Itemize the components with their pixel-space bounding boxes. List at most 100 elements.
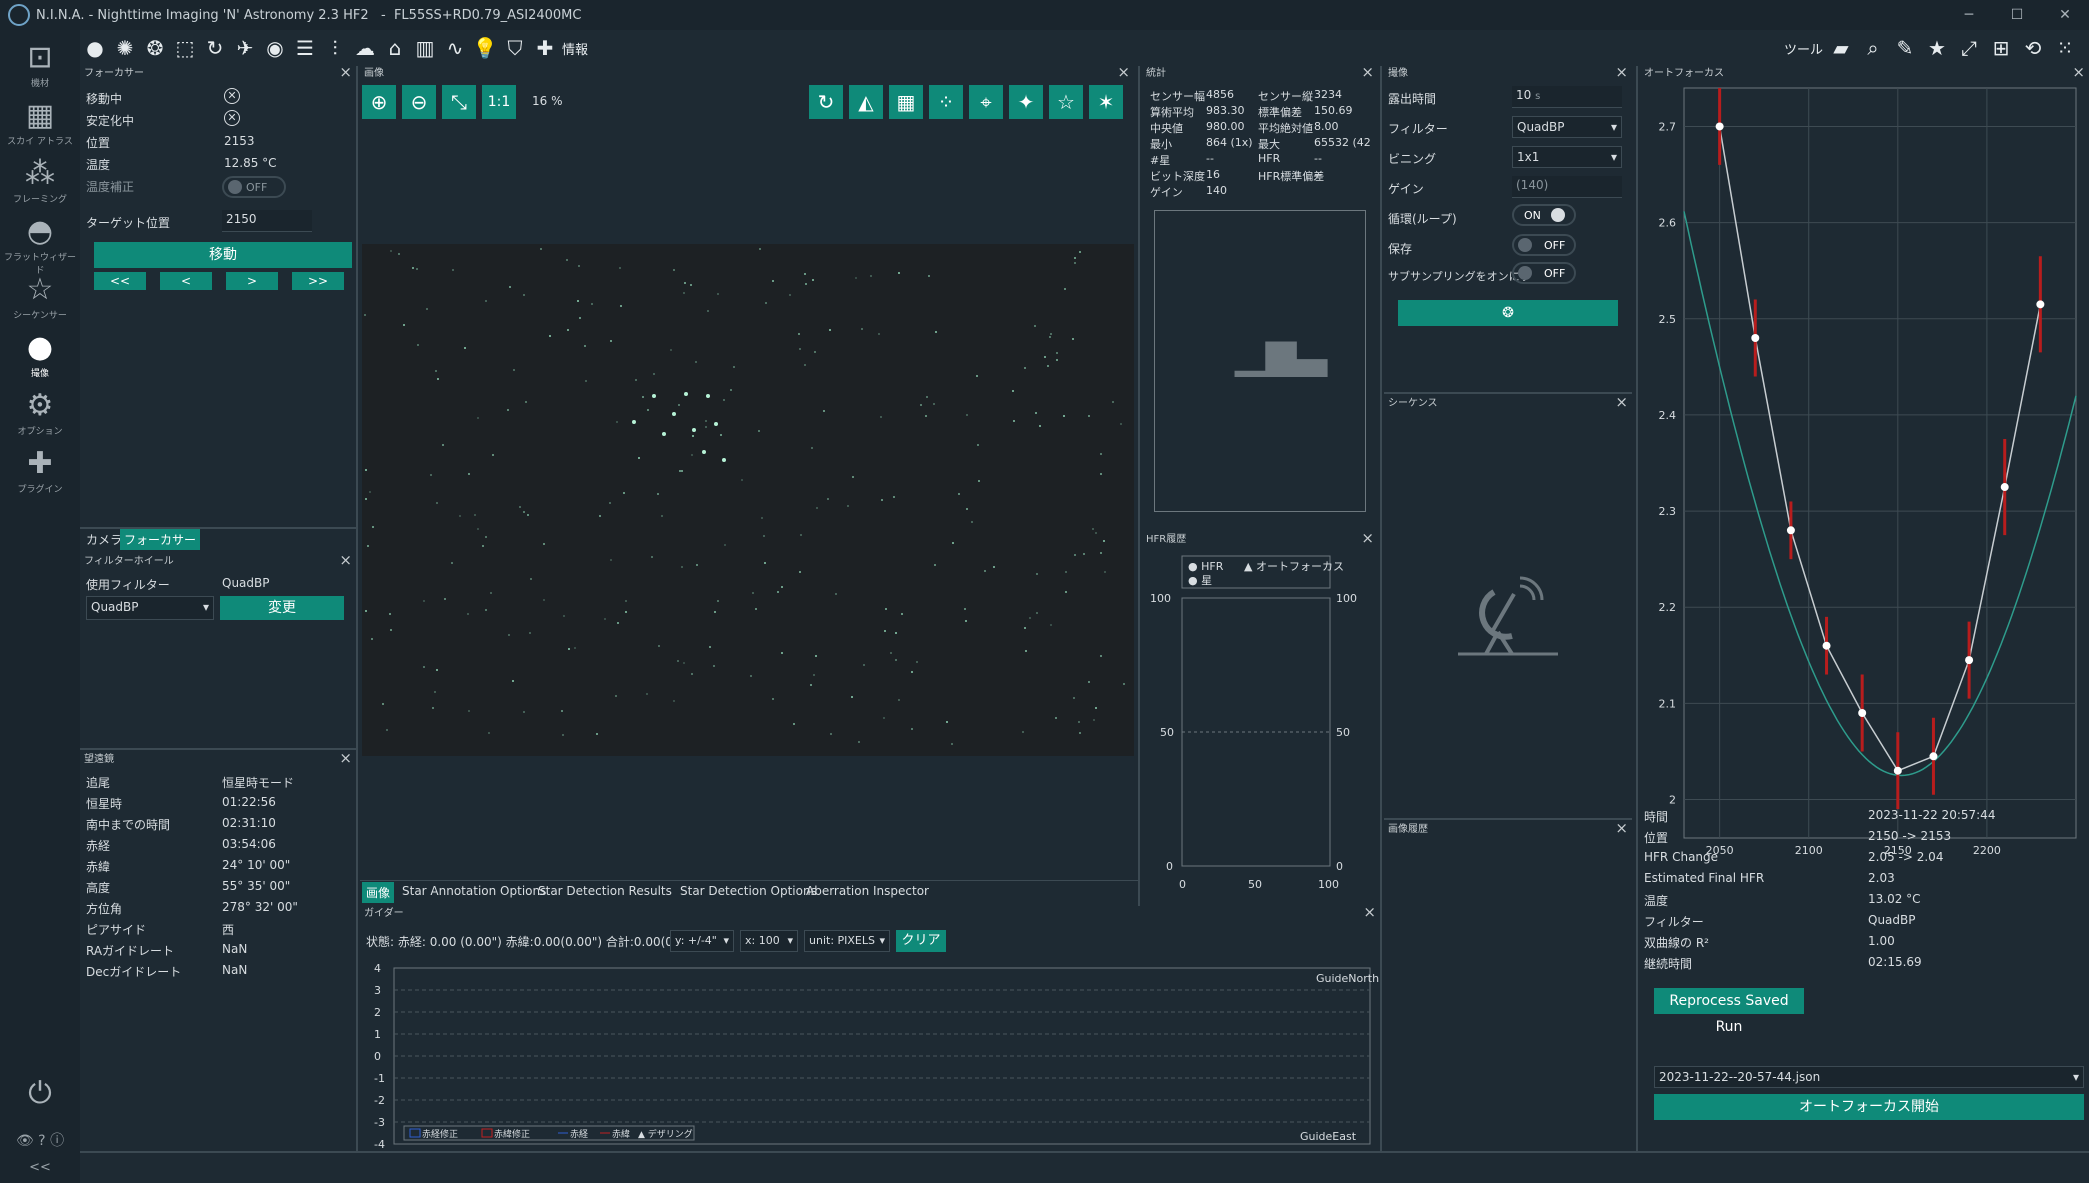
move-left-large-button[interactable]: << bbox=[94, 272, 146, 290]
puzzle-icon[interactable]: ✚ bbox=[530, 33, 560, 63]
dome-icon[interactable]: ⌂ bbox=[380, 33, 410, 63]
magic-wand-icon[interactable]: ✦ bbox=[1009, 85, 1043, 119]
layout-icon[interactable]: ⁙ bbox=[2051, 33, 2079, 63]
capture-button[interactable]: ❂ bbox=[1398, 300, 1618, 326]
filter-select[interactable]: QuadBP bbox=[86, 596, 214, 620]
start-autofocus-button[interactable]: オートフォーカス開始 bbox=[1654, 1094, 2084, 1120]
framing-icon[interactable]: ⬚ bbox=[170, 33, 200, 63]
focuser-icon[interactable]: ❂ bbox=[140, 33, 170, 63]
gain-input[interactable]: (140) bbox=[1512, 176, 1622, 198]
info-icon[interactable]: ⓘ bbox=[50, 1133, 64, 1149]
star-point bbox=[615, 694, 618, 697]
subsample-toggle[interactable]: OFF bbox=[1512, 262, 1576, 284]
zoom-out-button[interactable]: ⊖ bbox=[402, 85, 436, 119]
star-point bbox=[543, 598, 546, 601]
tools-label[interactable]: ツール bbox=[1784, 39, 1823, 58]
bahtinov-icon[interactable]: ✶ bbox=[1089, 85, 1123, 119]
star-detect-icon[interactable]: ⁘ bbox=[929, 85, 963, 119]
fit-to-screen-button[interactable]: ⤡ bbox=[442, 85, 476, 119]
reprocess-saved-run-button[interactable]: Reprocess Saved Run bbox=[1654, 988, 1804, 1035]
close-window-button[interactable]: ✕ bbox=[2041, 0, 2089, 30]
power-button[interactable]: ⏻ bbox=[0, 1076, 80, 1112]
tab-image-4[interactable]: Aberration Inspector bbox=[802, 882, 933, 900]
minimize-button[interactable]: ─ bbox=[1945, 0, 1993, 30]
help-icons[interactable]: 👁 ? ⓘ bbox=[0, 1130, 80, 1150]
weather-icon[interactable]: ☁ bbox=[350, 33, 380, 63]
guider-icon[interactable]: ∿ bbox=[440, 33, 470, 63]
grid-icon[interactable]: ⊞ bbox=[1987, 33, 2015, 63]
bulb-icon[interactable]: 💡 bbox=[470, 33, 500, 63]
close-icon[interactable]: × bbox=[339, 552, 352, 568]
safety-icon[interactable]: ⛉ bbox=[500, 33, 530, 63]
move-right-button[interactable]: > bbox=[226, 272, 278, 290]
sidebar-item-sky-atlas[interactable]: ▦ スカイ アトラス bbox=[0, 98, 80, 147]
tab-image-2[interactable]: Star Detection Results bbox=[534, 882, 676, 900]
flip-icon[interactable]: ◭ bbox=[849, 85, 883, 119]
expand-icon[interactable]: ⤢ bbox=[1955, 33, 1983, 63]
switch-icon[interactable]: ⫶ bbox=[320, 33, 350, 63]
maximize-button[interactable]: ☐ bbox=[1993, 0, 2041, 30]
zoom-one-button[interactable]: 1:1 bbox=[482, 85, 516, 119]
history-icon[interactable]: ⟲ bbox=[2019, 33, 2047, 63]
tab-image-3[interactable]: Star Detection Options bbox=[676, 882, 821, 900]
save-toggle[interactable]: OFF bbox=[1512, 234, 1576, 256]
tab-focuser[interactable]: フォーカサー bbox=[120, 529, 201, 550]
tab-image-0[interactable]: 画像 bbox=[362, 882, 395, 903]
star-icon[interactable]: ★ bbox=[1923, 33, 1951, 63]
close-icon[interactable]: × bbox=[2072, 64, 2085, 80]
y-scale-select[interactable]: y: +/-4" bbox=[670, 930, 734, 952]
sidebar-item-sequencer[interactable]: ☆ シーケンサー bbox=[0, 272, 80, 321]
sidebar-item-plugins[interactable]: ✚ プラグイン bbox=[0, 446, 80, 495]
sidebar-item-imaging[interactable]: ● 撮像 bbox=[0, 330, 80, 379]
telescope-icon[interactable]: ✈ bbox=[230, 33, 260, 63]
star-annotate-icon[interactable]: ☆ bbox=[1049, 85, 1083, 119]
filter-wheel-icon[interactable]: ✺ bbox=[110, 33, 140, 63]
x-scale-select[interactable]: x: 100 bbox=[740, 930, 798, 952]
close-icon[interactable]: × bbox=[1361, 64, 1374, 80]
grid-icon[interactable]: ▦ bbox=[889, 85, 923, 119]
filter-select[interactable]: QuadBP bbox=[1512, 116, 1622, 138]
close-icon[interactable]: × bbox=[1363, 904, 1376, 920]
chart-icon[interactable]: ▥ bbox=[410, 33, 440, 63]
help-icon[interactable]: ? bbox=[38, 1133, 45, 1149]
close-icon[interactable]: × bbox=[1361, 530, 1374, 546]
close-icon[interactable]: × bbox=[339, 750, 352, 766]
rotate-icon[interactable]: ↻ bbox=[809, 85, 843, 119]
temp-comp-toggle[interactable]: OFF bbox=[222, 176, 286, 198]
crosshair-icon[interactable]: ⌖ bbox=[969, 85, 1003, 119]
close-icon[interactable]: × bbox=[1615, 64, 1628, 80]
pen-icon[interactable]: ✎ bbox=[1891, 33, 1919, 63]
camera-icon[interactable]: ● bbox=[80, 33, 110, 63]
rotator-icon[interactable]: ↻ bbox=[200, 33, 230, 63]
list-icon[interactable]: ☰ bbox=[290, 33, 320, 63]
sidebar-item-options[interactable]: ⚙ オプション bbox=[0, 388, 80, 437]
change-filter-button[interactable]: 変更 bbox=[220, 596, 344, 620]
target-position-input[interactable]: 2150 bbox=[222, 210, 312, 232]
close-icon[interactable]: × bbox=[1615, 394, 1628, 410]
close-icon[interactable]: × bbox=[1117, 64, 1130, 80]
collapse-sidebar-button[interactable]: << bbox=[0, 1160, 80, 1175]
sidebar-item-equipment[interactable]: ⊡ 機材 bbox=[0, 40, 80, 89]
move-left-button[interactable]: < bbox=[160, 272, 212, 290]
unit-select[interactable]: unit: PIXELS bbox=[804, 930, 890, 952]
autofocus-file-select[interactable]: 2023-11-22--20-57-44.json bbox=[1654, 1066, 2084, 1088]
move-right-large-button[interactable]: >> bbox=[292, 272, 344, 290]
exposure-input[interactable]: 10 s bbox=[1512, 86, 1622, 108]
info-label[interactable]: 情報 bbox=[562, 39, 588, 58]
close-icon[interactable]: × bbox=[339, 64, 352, 80]
eye-icon[interactable]: 👁 bbox=[16, 1133, 34, 1149]
sidebar-item-framing[interactable]: ⁂ フレーミング bbox=[0, 156, 80, 205]
sidebar-item-flat-wizard[interactable]: ◓ フラットウィザード bbox=[0, 214, 80, 276]
ruler-icon[interactable]: ▰ bbox=[1827, 33, 1855, 63]
close-icon[interactable]: × bbox=[1615, 820, 1628, 836]
binning-select[interactable]: 1x1 bbox=[1512, 146, 1622, 168]
move-button[interactable]: 移動 bbox=[94, 242, 352, 268]
loop-toggle[interactable]: ON bbox=[1512, 204, 1576, 226]
search-icon[interactable]: ⌕ bbox=[1859, 33, 1887, 63]
clear-button[interactable]: クリア bbox=[896, 930, 946, 952]
target-icon[interactable]: ◉ bbox=[260, 33, 290, 63]
star-point bbox=[809, 684, 812, 687]
tab-image-1[interactable]: Star Annotation Options bbox=[398, 882, 550, 900]
zoom-in-button[interactable]: ⊕ bbox=[362, 85, 396, 119]
captured-image[interactable] bbox=[362, 244, 1134, 756]
